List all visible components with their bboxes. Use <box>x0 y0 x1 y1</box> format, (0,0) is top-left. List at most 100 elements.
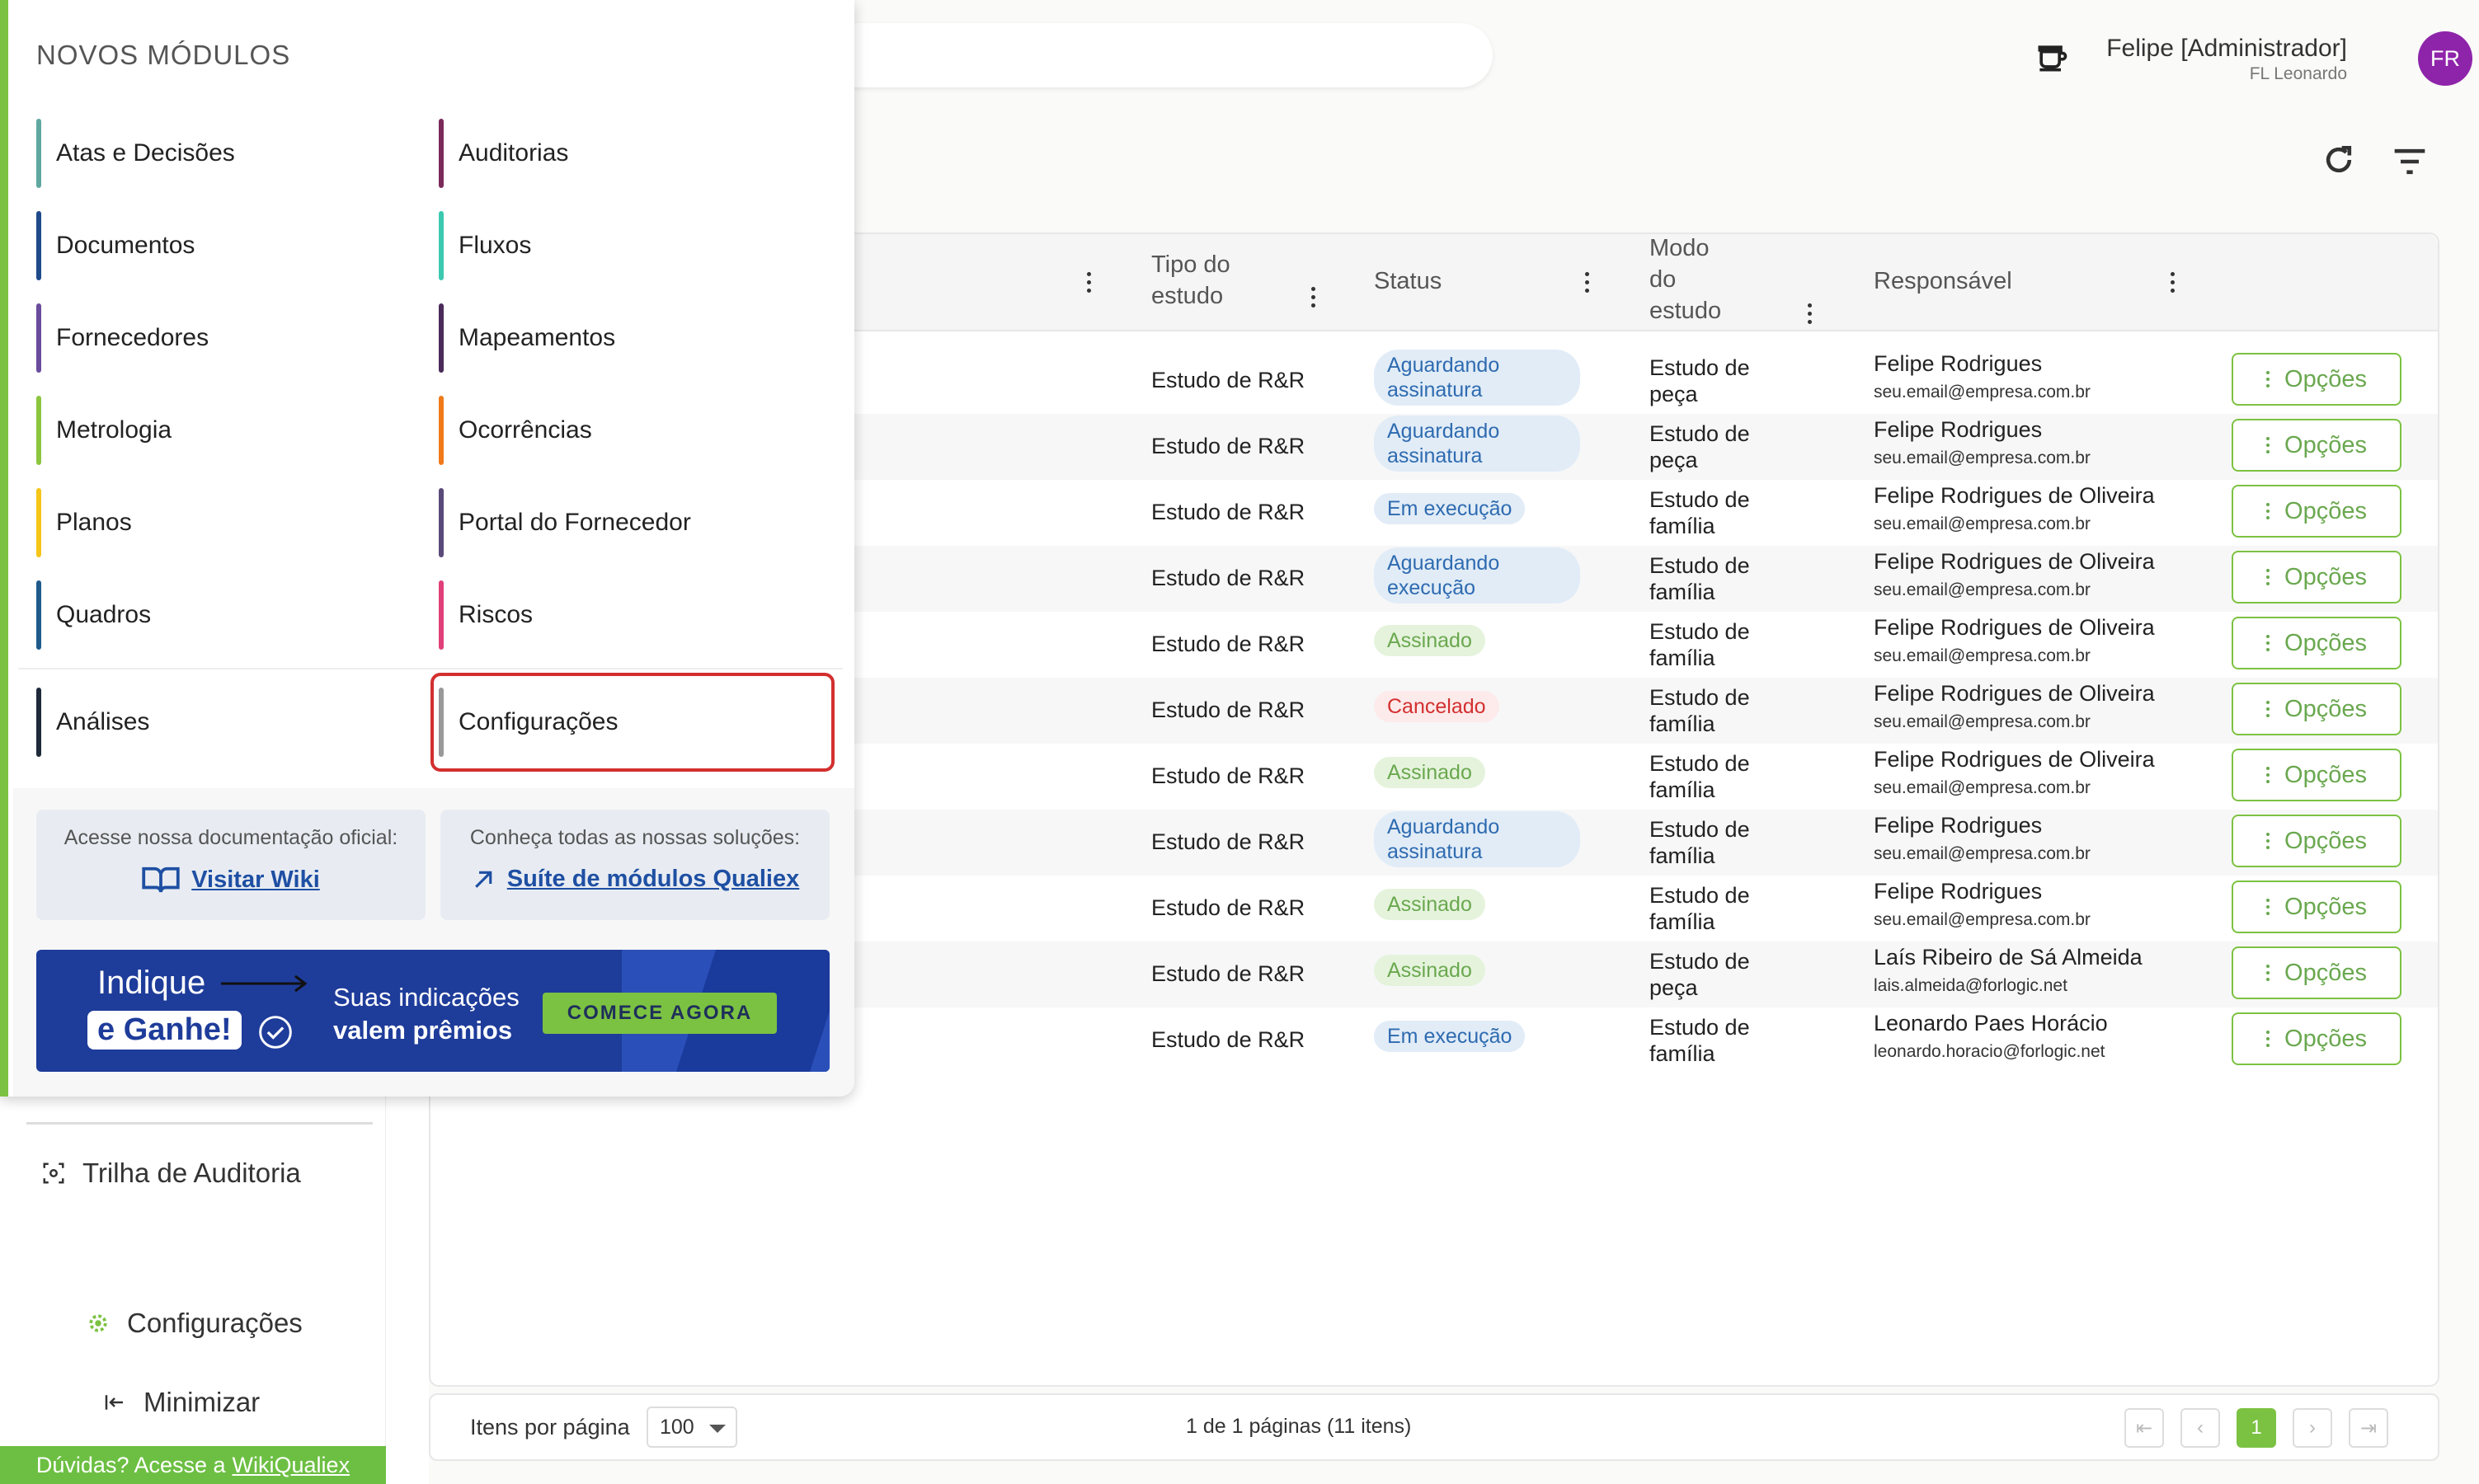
module-item[interactable]: Planos <box>36 483 424 562</box>
visit-wiki-link[interactable]: Visitar Wiki <box>36 866 426 894</box>
sidebar-item-label: Minimizar <box>143 1387 261 1417</box>
user-name[interactable]: Felipe [Administrador] <box>2106 35 2347 63</box>
responsible-email: seu.email@empresa.com.br <box>1874 580 2091 599</box>
last-page-button[interactable]: ⇥ <box>2349 1408 2388 1448</box>
module-item[interactable]: Auditorias <box>439 114 826 193</box>
cell-study-type: Estudo de R&R <box>1151 368 1305 392</box>
column-status[interactable]: Status <box>1374 265 1442 297</box>
responsible-email: seu.email@empresa.com.br <box>1874 646 2091 665</box>
module-label: Documentos <box>56 232 195 259</box>
options-button[interactable]: Opções <box>2232 617 2401 669</box>
comece-agora-button[interactable]: COMECE AGORA <box>543 993 777 1034</box>
highlight-box <box>430 673 835 772</box>
refresh-icon[interactable] <box>2321 142 2357 178</box>
module-label: Atas e Decisões <box>56 139 235 167</box>
cell-study-type: Estudo de R&R <box>1151 500 1305 524</box>
prev-page-button[interactable]: ‹ <box>2180 1408 2220 1448</box>
filter-icon[interactable] <box>2392 145 2428 178</box>
options-button[interactable]: Opções <box>2232 946 2401 999</box>
gear-icon <box>89 1314 107 1332</box>
module-color-bar <box>36 688 41 757</box>
module-label: Auditorias <box>459 139 569 167</box>
options-button[interactable]: Opções <box>2232 419 2401 472</box>
options-label: Opções <box>2284 893 2367 920</box>
module-item[interactable]: Portal do Fornecedor <box>439 483 826 562</box>
module-color-bar <box>439 119 444 188</box>
page-1-button[interactable]: 1 <box>2237 1408 2276 1448</box>
module-color-bar <box>36 211 41 280</box>
options-button[interactable]: Opções <box>2232 815 2401 867</box>
column-responsible[interactable]: Responsável <box>1874 265 2012 297</box>
page-info: 1 de 1 páginas (11 itens) <box>1186 1415 1412 1438</box>
first-page-button[interactable]: ⇤ <box>2124 1408 2164 1448</box>
items-per-page-select[interactable]: 100 <box>647 1407 737 1448</box>
more-vertical-icon <box>2266 1031 2270 1047</box>
avatar[interactable]: FR <box>2418 31 2472 86</box>
module-label: Ocorrências <box>459 416 592 444</box>
module-item[interactable]: Atas e Decisões <box>36 114 424 193</box>
module-analises[interactable]: Análises <box>36 683 424 762</box>
options-button[interactable]: Opções <box>2232 749 2401 801</box>
solutions-question: Conheça todas as nossas soluções: <box>469 826 801 849</box>
referral-banner[interactable]: Indique e Ganhe! Suas indicações valem p… <box>36 950 830 1072</box>
column-menu-icon[interactable] <box>1808 303 1813 325</box>
pagination-bar: Itens por página 100 1 de 1 páginas (11 … <box>429 1393 2439 1461</box>
next-page-button[interactable]: › <box>2293 1408 2332 1448</box>
module-item[interactable]: Documentos <box>36 206 424 285</box>
module-item[interactable]: Metrologia <box>36 391 424 470</box>
status-badge: Cancelado <box>1374 691 1499 722</box>
options-label: Opções <box>2284 629 2367 656</box>
minimize-button[interactable]: Minimizar <box>102 1387 260 1418</box>
module-item[interactable]: Riscos <box>439 575 826 655</box>
status-badge: Aguardando assinatura <box>1374 416 1580 472</box>
module-label: Quadros <box>56 601 152 628</box>
docs-card: Acesse nossa documentação oficial: Visit… <box>36 810 426 920</box>
responsible-email: seu.email@empresa.com.br <box>1874 844 2091 863</box>
docs-question: Acesse nossa documentação oficial: <box>64 826 398 849</box>
sidebar-item-settings[interactable]: Configurações <box>86 1308 303 1339</box>
column-study-type[interactable]: Tipo do estudo <box>1151 249 1242 312</box>
module-label: Fluxos <box>459 232 532 259</box>
cell-study-mode: Estudo de família <box>1649 751 1750 802</box>
suite-link[interactable]: Suíte de módulos Qualiex <box>440 866 830 893</box>
wiki-link[interactable]: WikiQualiex <box>233 1453 350 1478</box>
column-study-mode[interactable]: Modo do estudo <box>1649 232 1721 326</box>
module-color-bar <box>439 488 444 557</box>
options-button[interactable]: Opções <box>2232 683 2401 735</box>
cell-study-mode: Estudo de família <box>1649 619 1750 670</box>
module-item[interactable]: Fluxos <box>439 206 826 285</box>
options-label: Opções <box>2284 761 2367 788</box>
module-color-bar <box>36 396 41 465</box>
column-menu-icon[interactable] <box>2171 272 2176 294</box>
module-item[interactable]: Mapeamentos <box>439 298 826 378</box>
options-button[interactable]: Opções <box>2232 881 2401 933</box>
cell-study-mode: Estudo de família <box>1649 883 1750 934</box>
module-label: Metrologia <box>56 416 172 444</box>
column-menu-icon[interactable] <box>1087 272 1092 294</box>
sidebar-item-label: Trilha de Auditoria <box>82 1158 301 1188</box>
user-org: FL Leonardo <box>2249 64 2347 83</box>
column-menu-icon[interactable] <box>1311 287 1316 308</box>
options-button[interactable]: Opções <box>2232 485 2401 538</box>
options-label: Opções <box>2284 563 2367 590</box>
module-item[interactable]: Fornecedores <box>36 298 424 378</box>
module-item[interactable]: Quadros <box>36 575 424 655</box>
options-button[interactable]: Opções <box>2232 353 2401 406</box>
coffee-icon[interactable] <box>2034 40 2070 76</box>
check-circle-icon <box>259 1016 292 1049</box>
responsible-name: Felipe Rodrigues <box>1874 351 2043 376</box>
module-color-bar <box>36 488 41 557</box>
solutions-card: Conheça todas as nossas soluções: Suíte … <box>440 810 830 920</box>
more-vertical-icon <box>2266 437 2270 453</box>
banner-line2: valem prêmios <box>333 1016 513 1045</box>
column-menu-icon[interactable] <box>1585 272 1590 294</box>
cell-study-mode: Estudo de família <box>1649 487 1750 538</box>
options-button[interactable]: Opções <box>2232 551 2401 603</box>
module-item[interactable]: Ocorrências <box>439 391 826 470</box>
options-button[interactable]: Opções <box>2232 1012 2401 1065</box>
visit-wiki-label: Visitar Wiki <box>191 866 320 893</box>
help-bar: Dúvidas? Acesse a WikiQualiex <box>0 1446 386 1484</box>
sidebar-item-audit-trail[interactable]: Trilha de Auditoria <box>41 1158 301 1189</box>
responsible-name: Felipe Rodrigues <box>1874 879 2043 904</box>
more-vertical-icon <box>2266 701 2270 717</box>
